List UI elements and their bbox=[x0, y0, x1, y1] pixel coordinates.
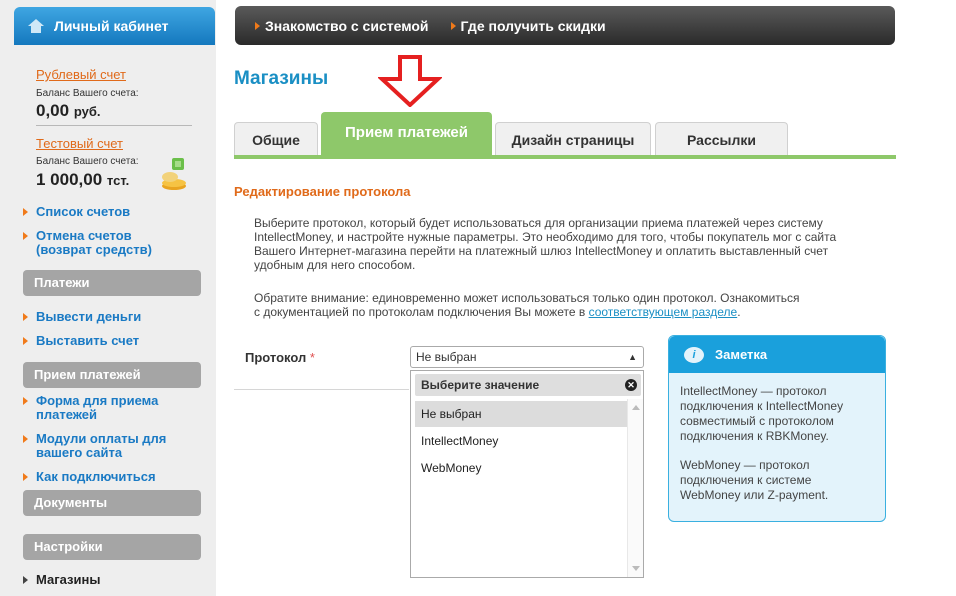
divider bbox=[36, 125, 192, 126]
sidebar-item-label: (возврат средств) bbox=[36, 242, 152, 257]
sidebar: Личный кабинет Рублевый счет Баланс Ваше… bbox=[0, 0, 216, 596]
tab-general[interactable]: Общие bbox=[234, 122, 318, 155]
sidebar-item-label: Отмена счетов bbox=[36, 228, 132, 243]
protocol-select[interactable]: Не выбран ▲ bbox=[410, 346, 644, 368]
protocol-select-value: Не выбран bbox=[416, 350, 477, 364]
note-paragraph-webmoney: WebMoney — протокол подключения к систем… bbox=[680, 458, 880, 503]
notice-line: Обратите внимание: единовременно может и… bbox=[254, 291, 800, 305]
dropdown-option-intellectmoney[interactable]: IntellectMoney bbox=[415, 428, 627, 454]
description-text: Выберите протокол, который будет использ… bbox=[254, 216, 894, 272]
info-icon-glyph: i bbox=[692, 349, 696, 361]
sidebar-item-withdraw[interactable]: Вывести деньги bbox=[22, 310, 141, 324]
rub-balance-caption: Баланс Вашего счета: bbox=[36, 88, 139, 99]
page-title: Магазины bbox=[234, 68, 329, 89]
app-root: Личный кабинет Рублевый счет Баланс Ваше… bbox=[0, 0, 956, 596]
dropdown-option-webmoney[interactable]: WebMoney bbox=[415, 455, 627, 481]
note-header: i Заметка bbox=[669, 336, 885, 373]
description-line: Выберите протокол, который будет использ… bbox=[254, 216, 823, 230]
sidebar-section-documents[interactable]: Документы bbox=[23, 490, 201, 516]
arrow-down-icon bbox=[378, 55, 442, 107]
tab-mailings[interactable]: Рассылки bbox=[655, 122, 788, 155]
note-line: подключения к системе bbox=[680, 473, 812, 487]
sidebar-item-label: Модули оплаты для bbox=[36, 431, 167, 446]
info-icon: i bbox=[684, 347, 704, 363]
sidebar-item-label: Форма для приема bbox=[36, 393, 159, 408]
protocol-dropdown: Выберите значение ✕ Не выбран IntellectM… bbox=[410, 370, 644, 578]
top-nav-intro[interactable]: Знакомство с системой bbox=[255, 18, 429, 34]
note-line: совместимый с протоколом bbox=[680, 414, 834, 428]
notice-text: Обратите внимание: единовременно может и… bbox=[254, 291, 894, 319]
section-title: Редактирование протокола bbox=[234, 184, 411, 199]
protocol-label: Протокол * bbox=[245, 350, 315, 365]
note-title: Заметка bbox=[715, 347, 768, 362]
sidebar-item-accounts-list[interactable]: Список счетов bbox=[22, 205, 130, 219]
required-mark: * bbox=[309, 350, 315, 365]
test-account-link[interactable]: Тестовый счет bbox=[36, 136, 123, 151]
coins-icon bbox=[162, 158, 186, 190]
test-balance-amount: 1 000,00 bbox=[36, 170, 103, 189]
rub-balance-amount: 0,00 bbox=[36, 101, 70, 120]
tab-payments[interactable]: Прием платежей bbox=[321, 112, 492, 156]
sidebar-item-payment-form[interactable]: Форма для приема платежей bbox=[22, 393, 159, 422]
sidebar-item-shops[interactable]: Магазины bbox=[22, 573, 100, 587]
sidebar-item-how-to-connect[interactable]: Как подключиться bbox=[23, 470, 156, 484]
rub-balance-unit: руб. bbox=[73, 104, 101, 119]
note-line: подключения к RBKMoney. bbox=[680, 429, 829, 443]
sidebar-item-payment-modules[interactable]: Модули оплаты для вашего сайта bbox=[22, 431, 167, 460]
note-panel: i Заметка IntellectMoney — протокол подк… bbox=[668, 335, 886, 522]
protocol-label-text: Протокол bbox=[245, 350, 307, 365]
description-line: удобным для него способом. bbox=[254, 258, 416, 272]
dropdown-option-none[interactable]: Не выбран bbox=[415, 401, 627, 427]
sidebar-section-receive[interactable]: Прием платежей bbox=[23, 362, 201, 388]
dropdown-header: Выберите значение ✕ bbox=[415, 374, 641, 396]
cabinet-title: Личный кабинет bbox=[54, 18, 169, 34]
rub-balance-value: 0,00 руб. bbox=[36, 101, 100, 121]
sidebar-item-invoice[interactable]: Выставить счет bbox=[22, 334, 139, 348]
select-caret-icon: ▲ bbox=[628, 352, 637, 362]
top-nav-bar: Знакомство с системой Где получить скидк… bbox=[235, 6, 895, 45]
sidebar-item-label: платежей bbox=[36, 407, 98, 422]
note-line: WebMoney — протокол bbox=[680, 458, 810, 472]
note-line: IntellectMoney — протокол bbox=[680, 384, 827, 398]
note-line: подключения к IntellectMoney bbox=[680, 399, 844, 413]
dropdown-header-text: Выберите значение bbox=[421, 378, 540, 392]
test-balance-unit: тст. bbox=[106, 173, 130, 188]
notice-tail: . bbox=[737, 305, 741, 319]
test-balance-value: 1 000,00 тст. bbox=[36, 170, 129, 190]
home-icon bbox=[28, 19, 44, 33]
sidebar-section-payments[interactable]: Платежи bbox=[23, 270, 201, 296]
sidebar-item-label: вашего сайта bbox=[36, 445, 123, 460]
description-line: IntellectMoney, и настройте нужные парам… bbox=[254, 230, 837, 244]
dropdown-scrollbar[interactable] bbox=[627, 399, 643, 577]
note-line: WebMoney или Z-payment. bbox=[680, 488, 829, 502]
scroll-up-icon[interactable] bbox=[632, 405, 640, 410]
rub-account-link[interactable]: Рублевый счет bbox=[36, 67, 126, 82]
top-nav-discounts[interactable]: Где получить скидки bbox=[450, 18, 606, 34]
notice-line: с документацией по протоколам подключени… bbox=[254, 305, 589, 319]
tab-page-design[interactable]: Дизайн страницы bbox=[495, 122, 651, 155]
tab-underline bbox=[234, 155, 896, 159]
docs-section-link[interactable]: соответствующем разделе bbox=[589, 305, 738, 319]
description-line: Вашего Интернет-магазина перейти на плат… bbox=[254, 244, 829, 258]
sidebar-section-settings[interactable]: Настройки bbox=[23, 534, 201, 560]
form-divider bbox=[234, 389, 409, 390]
cabinet-header[interactable]: Личный кабинет bbox=[14, 7, 215, 45]
close-icon[interactable]: ✕ bbox=[625, 379, 637, 391]
test-balance-caption: Баланс Вашего счета: bbox=[36, 156, 139, 167]
note-paragraph-intellectmoney: IntellectMoney — протокол подключения к … bbox=[680, 384, 880, 444]
scroll-down-icon[interactable] bbox=[632, 566, 640, 571]
sidebar-item-cancel-accounts[interactable]: Отмена счетов (возврат средств) bbox=[23, 228, 152, 257]
